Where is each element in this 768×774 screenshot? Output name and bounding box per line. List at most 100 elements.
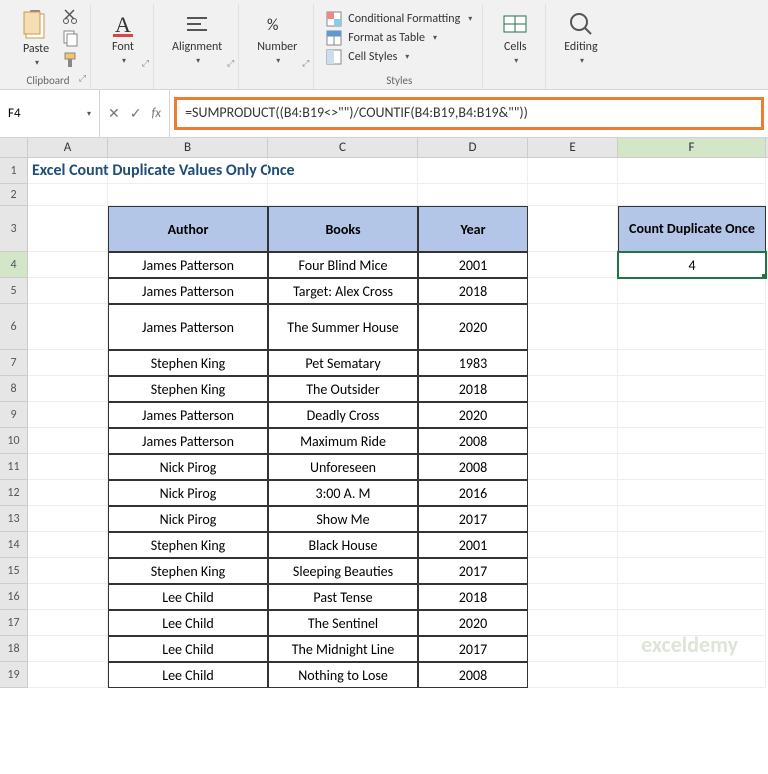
table-cell[interactable]: 2018 bbox=[418, 584, 528, 610]
enter-icon[interactable]: ✓ bbox=[130, 105, 142, 122]
cell[interactable] bbox=[618, 428, 766, 454]
cell[interactable] bbox=[28, 454, 108, 480]
cut-icon[interactable] bbox=[62, 7, 80, 25]
row-header-14[interactable]: 14 bbox=[0, 532, 28, 558]
table-cell[interactable]: Deadly Cross bbox=[268, 402, 418, 428]
cell[interactable] bbox=[618, 454, 766, 480]
cell[interactable] bbox=[528, 184, 618, 206]
cell[interactable] bbox=[28, 428, 108, 454]
cell[interactable] bbox=[28, 558, 108, 584]
cell[interactable] bbox=[28, 532, 108, 558]
result-header[interactable]: Count Duplicate Once bbox=[618, 206, 766, 252]
cell[interactable] bbox=[618, 304, 766, 350]
cell[interactable] bbox=[618, 662, 766, 688]
header-year[interactable]: Year bbox=[418, 206, 528, 252]
table-cell[interactable]: Stephen King bbox=[108, 532, 268, 558]
cell[interactable] bbox=[28, 636, 108, 662]
formula-input[interactable]: =SUMPRODUCT((B4:B19<>"")/COUNTIF(B4:B19,… bbox=[174, 97, 764, 129]
table-cell[interactable]: James Patterson bbox=[108, 304, 268, 350]
cell[interactable] bbox=[528, 636, 618, 662]
cell[interactable] bbox=[108, 184, 268, 206]
dialog-launcher-icon[interactable]: ⤢ bbox=[227, 58, 234, 69]
cancel-icon[interactable]: ✕ bbox=[108, 105, 120, 122]
table-cell[interactable]: 2020 bbox=[418, 402, 528, 428]
table-cell[interactable]: Lee Child bbox=[108, 584, 268, 610]
table-cell[interactable]: The Summer House bbox=[268, 304, 418, 350]
table-cell[interactable]: James Patterson bbox=[108, 428, 268, 454]
cell[interactable] bbox=[28, 402, 108, 428]
cell[interactable] bbox=[108, 158, 268, 184]
table-cell[interactable]: Sleeping Beauties bbox=[268, 558, 418, 584]
row-header-11[interactable]: 11 bbox=[0, 454, 28, 480]
row-header-7[interactable]: 7 bbox=[0, 350, 28, 376]
cell[interactable] bbox=[528, 610, 618, 636]
table-cell[interactable]: Black House bbox=[268, 532, 418, 558]
table-cell[interactable]: 2017 bbox=[418, 506, 528, 532]
table-cell[interactable]: 2008 bbox=[418, 428, 528, 454]
cell[interactable] bbox=[618, 532, 766, 558]
row-header-17[interactable]: 17 bbox=[0, 610, 28, 636]
cell[interactable] bbox=[268, 184, 418, 206]
col-header-C[interactable]: C bbox=[268, 138, 418, 157]
table-cell[interactable]: Unforeseen bbox=[268, 454, 418, 480]
cell[interactable] bbox=[528, 428, 618, 454]
table-cell[interactable]: Lee Child bbox=[108, 636, 268, 662]
cell[interactable] bbox=[528, 304, 618, 350]
dialog-launcher-icon[interactable]: ⤢ bbox=[142, 58, 149, 69]
cell[interactable] bbox=[28, 662, 108, 688]
header-author[interactable]: Author bbox=[108, 206, 268, 252]
cell[interactable] bbox=[618, 278, 766, 304]
cell[interactable] bbox=[528, 278, 618, 304]
copy-icon[interactable] bbox=[62, 29, 80, 47]
table-cell[interactable]: Nick Pirog bbox=[108, 480, 268, 506]
cell[interactable] bbox=[28, 252, 108, 278]
table-cell[interactable]: 2008 bbox=[418, 454, 528, 480]
cell[interactable] bbox=[28, 304, 108, 350]
table-cell[interactable]: James Patterson bbox=[108, 252, 268, 278]
row-header-3[interactable]: 3 bbox=[0, 206, 28, 252]
table-cell[interactable]: 2008 bbox=[418, 662, 528, 688]
col-header-A[interactable]: A bbox=[28, 138, 108, 157]
conditional-formatting-button[interactable]: Conditional Formatting▾ bbox=[326, 11, 472, 27]
cell[interactable] bbox=[528, 532, 618, 558]
result-cell[interactable]: 4 bbox=[618, 252, 766, 278]
cell[interactable] bbox=[528, 584, 618, 610]
cell[interactable] bbox=[268, 158, 418, 184]
cell[interactable] bbox=[418, 184, 528, 206]
row-header-13[interactable]: 13 bbox=[0, 506, 28, 532]
table-cell[interactable]: Past Tense bbox=[268, 584, 418, 610]
row-header-6[interactable]: 6 bbox=[0, 304, 28, 350]
table-cell[interactable]: Stephen King bbox=[108, 350, 268, 376]
cell[interactable] bbox=[528, 158, 618, 184]
cell[interactable] bbox=[618, 584, 766, 610]
cell[interactable] bbox=[528, 252, 618, 278]
row-header-16[interactable]: 16 bbox=[0, 584, 28, 610]
header-books[interactable]: Books bbox=[268, 206, 418, 252]
cell[interactable] bbox=[28, 350, 108, 376]
row-header-9[interactable]: 9 bbox=[0, 402, 28, 428]
cell[interactable] bbox=[528, 454, 618, 480]
table-cell[interactable]: 2017 bbox=[418, 558, 528, 584]
cell[interactable] bbox=[618, 402, 766, 428]
table-cell[interactable]: Nick Pirog bbox=[108, 506, 268, 532]
cell[interactable] bbox=[418, 158, 528, 184]
alignment-button[interactable]: Alignment ▾ bbox=[166, 8, 228, 68]
table-cell[interactable]: Maximum Ride bbox=[268, 428, 418, 454]
row-header-10[interactable]: 10 bbox=[0, 428, 28, 454]
cell[interactable] bbox=[618, 158, 766, 184]
table-cell[interactable]: 2018 bbox=[418, 278, 528, 304]
table-cell[interactable]: Lee Child bbox=[108, 662, 268, 688]
paste-button[interactable]: Paste ▾ bbox=[16, 6, 56, 70]
cell[interactable] bbox=[618, 558, 766, 584]
table-cell[interactable]: 2001 bbox=[418, 532, 528, 558]
cell[interactable] bbox=[28, 480, 108, 506]
cell[interactable] bbox=[618, 376, 766, 402]
row-header-15[interactable]: 15 bbox=[0, 558, 28, 584]
table-cell[interactable]: 2018 bbox=[418, 376, 528, 402]
cell[interactable] bbox=[28, 206, 108, 252]
cell[interactable] bbox=[28, 376, 108, 402]
table-cell[interactable]: James Patterson bbox=[108, 402, 268, 428]
cell[interactable] bbox=[618, 506, 766, 532]
table-cell[interactable]: 1983 bbox=[418, 350, 528, 376]
cell[interactable] bbox=[28, 506, 108, 532]
